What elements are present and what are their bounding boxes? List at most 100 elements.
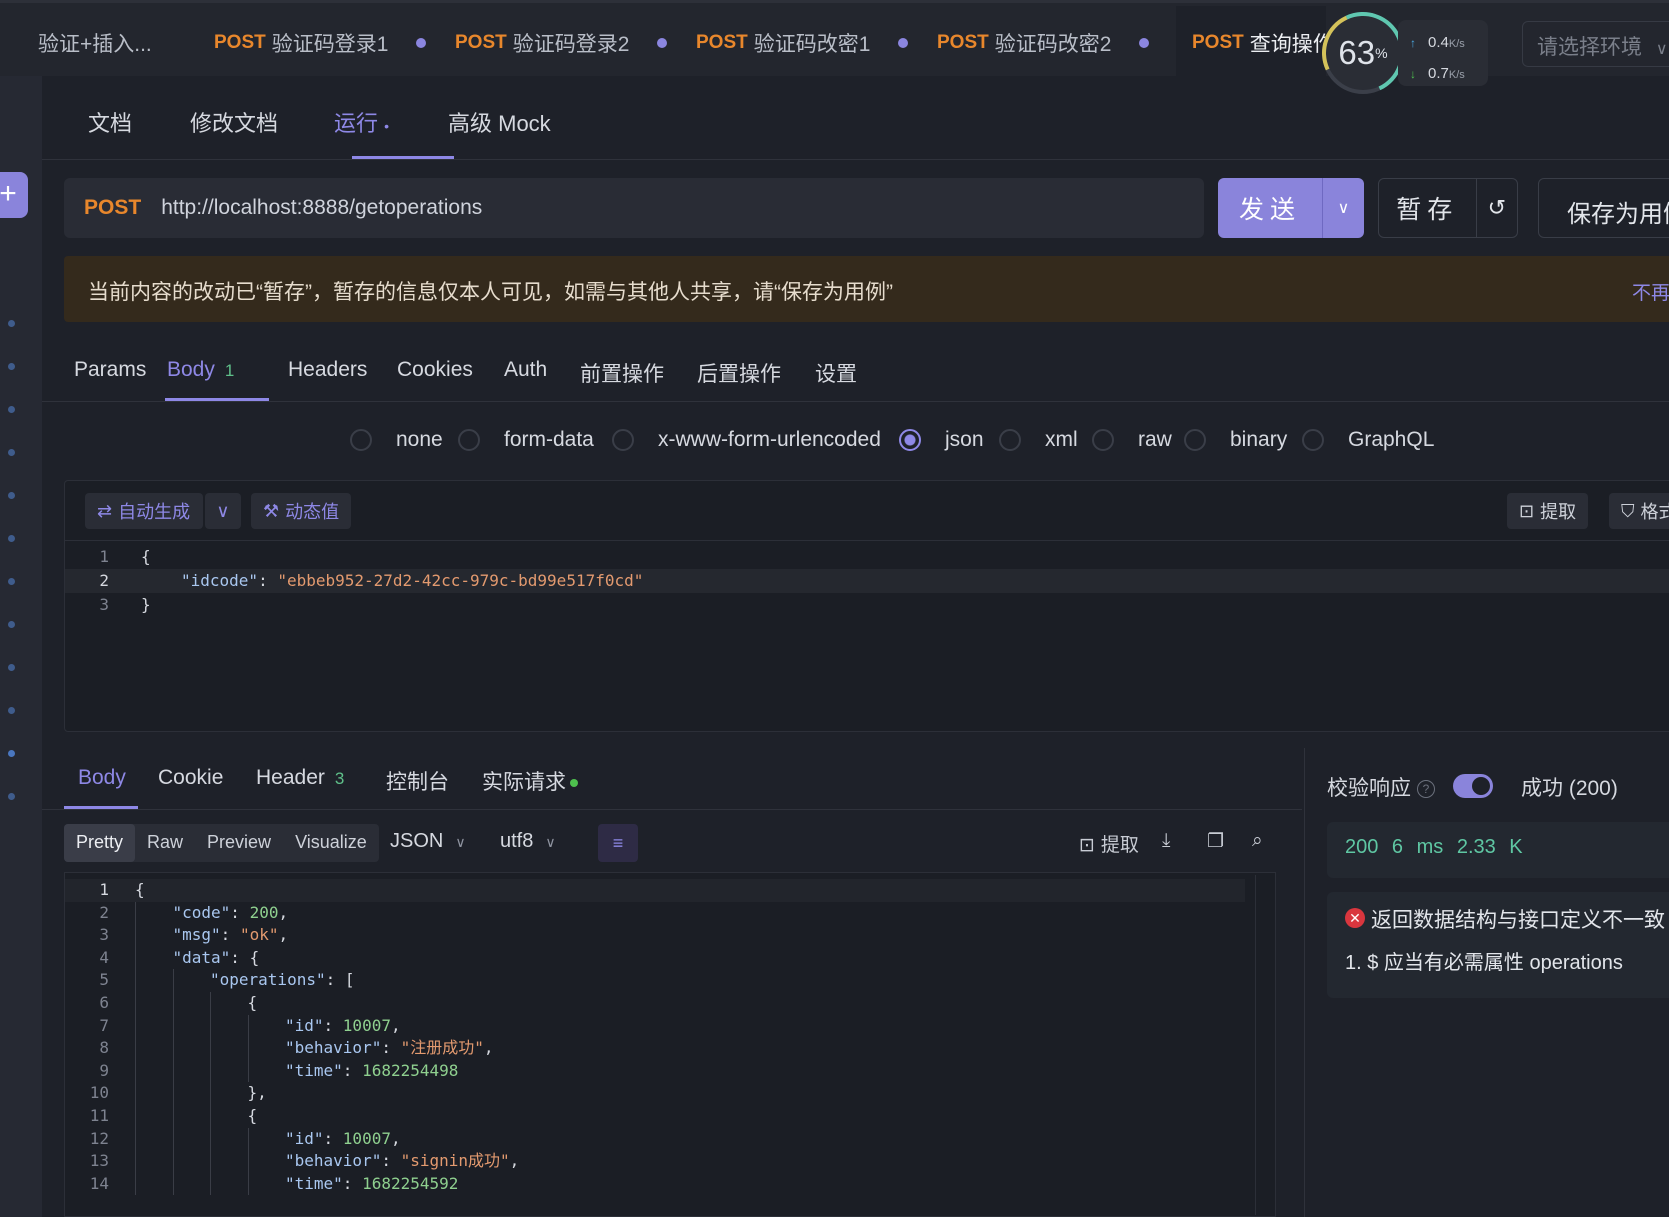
view-visualize[interactable]: Visualize	[283, 824, 379, 862]
tab-body[interactable]: Body 1	[167, 358, 234, 382]
radio-label: x-www-form-urlencoded	[658, 428, 881, 451]
json-token: ,	[483, 1038, 494, 1058]
add-icon[interactable]: +	[0, 172, 28, 218]
unsaved-dot-icon	[898, 37, 909, 48]
radio-circle	[350, 429, 372, 451]
environment-select[interactable]: 请选择环境 ∨	[1522, 21, 1669, 67]
word-wrap-icon[interactable]: ≡	[598, 824, 638, 862]
tab-reset-1[interactable]: POST 验证码改密1	[696, 6, 909, 79]
revert-icon[interactable]: ↺	[1475, 179, 1517, 237]
download-icon[interactable]: ⤓	[1162, 830, 1170, 852]
resp-tab-body[interactable]: Body	[78, 766, 126, 790]
tab-auth[interactable]: Auth	[504, 358, 547, 382]
json-token: "id"	[285, 1015, 324, 1035]
stash-label: 暂存	[1396, 196, 1459, 224]
indent-guide	[210, 1082, 211, 1105]
line-number: 7	[99, 1015, 109, 1035]
chevron-down-icon[interactable]: ∨	[1322, 178, 1364, 238]
rail-dot	[8, 707, 15, 714]
resp-tab-actual-request[interactable]: 实际请求	[482, 766, 578, 796]
request-code[interactable]: 1 { 2 "idcode": "ebbeb952-27d2-42cc-979c…	[65, 545, 1669, 761]
tab-params[interactable]: Params	[74, 358, 146, 382]
tab-reset-2[interactable]: POST 验证码改密2	[937, 6, 1150, 79]
encoding-select[interactable]: utf8 ∨	[500, 830, 556, 853]
line-number: 12	[89, 1128, 109, 1148]
tab-pre-ops[interactable]: 前置操作	[580, 358, 664, 388]
tab-settings[interactable]: 设置	[815, 358, 857, 388]
indent-guide	[172, 1082, 174, 1105]
indent-guide	[135, 1059, 136, 1083]
radio-form-data[interactable]: form-data	[458, 428, 594, 452]
code-line: "idcode": "ebbeb952-27d2-42cc-979c-bd99e…	[181, 569, 643, 593]
resp-tab-header-label: Header	[256, 766, 325, 789]
line-number: 6	[99, 993, 109, 1012]
auto-generate-button[interactable]: ⇄ 自动生成	[85, 493, 203, 529]
extract-button[interactable]: ⊡ 提取	[1079, 830, 1139, 857]
indent-guide	[135, 1150, 136, 1173]
url-bar[interactable]: POST http://localhost:8888/getoperations	[64, 178, 1204, 238]
view-pretty[interactable]: Pretty	[64, 824, 136, 862]
subtab-docs[interactable]: 文档	[88, 106, 132, 138]
tab-label: 验证码改密2	[994, 32, 1112, 56]
tab-login-1[interactable]: POST 验证码登录1	[214, 6, 427, 79]
view-raw[interactable]: Raw	[135, 824, 195, 862]
subtab-mock[interactable]: 高级 Mock	[448, 106, 551, 138]
format-button[interactable]: ⛉格式化	[1609, 493, 1669, 529]
tab-label: 验证码改密1	[753, 32, 871, 56]
json-token: "signin成功"	[400, 1151, 510, 1171]
view-preview[interactable]: Preview	[195, 824, 283, 862]
subtab-edit-docs[interactable]: 修改文档	[190, 106, 278, 138]
extract-button[interactable]: ⊡ 提取	[1507, 493, 1589, 529]
line-number: 14	[89, 1173, 109, 1193]
response-code[interactable]: 1{2 "code": 200, 3 "msg": "ok", 4 "data": {5 "…	[64, 872, 1276, 1217]
format-label: 格式化	[1640, 502, 1669, 522]
search-icon[interactable]: ⌕	[1252, 830, 1263, 852]
radio-none[interactable]: none	[350, 428, 443, 452]
request-body-editor[interactable]: ⇄自动生成 ∨ ⚒动态值 ⊡提取 ⛉格式化 1 { 2 "idcode": "e…	[64, 480, 1669, 732]
code-text: {	[135, 879, 145, 902]
resp-tab-console[interactable]: 控制台	[386, 766, 449, 796]
vertical-scrollbar[interactable]	[1255, 875, 1273, 1215]
json-token: "ok"	[239, 925, 279, 945]
tab-post-ops[interactable]: 后置操作	[697, 358, 781, 388]
radio-graphql[interactable]: GraphQL	[1302, 428, 1434, 452]
chevron-down-icon[interactable]: ∨	[205, 493, 241, 529]
radio-xml[interactable]: xml	[999, 428, 1078, 452]
tab-first[interactable]: 验证+插入...	[38, 6, 152, 79]
method-label[interactable]: POST	[84, 196, 141, 220]
auto-generate-label: 自动生成	[118, 502, 191, 522]
dismiss-link[interactable]: 不再提示	[1632, 278, 1669, 305]
tab-headers[interactable]: Headers	[288, 358, 367, 382]
radio-circle	[1092, 429, 1114, 451]
validation-error-box: ✕ 返回数据结构与接口定义不一致 1. $ 应当有必需属性 operations	[1327, 892, 1669, 998]
code-line: {	[141, 547, 151, 566]
radio-urlencoded[interactable]: x-www-form-urlencoded	[612, 428, 881, 452]
code-line: 7 "id": 10007,	[65, 1014, 1245, 1038]
resp-tab-cookie[interactable]: Cookie	[158, 766, 223, 790]
code-text: },	[248, 1082, 267, 1105]
url-input[interactable]: http://localhost:8888/getoperations	[161, 196, 482, 220]
rail-dot	[8, 449, 15, 456]
resp-tab-header[interactable]: Header 3	[256, 766, 344, 790]
json-token: : [	[325, 970, 355, 990]
radio-raw[interactable]: raw	[1092, 428, 1172, 452]
save-as-case-button[interactable]: 保存为用例	[1538, 178, 1669, 238]
tab-login-2[interactable]: POST 验证码登录2	[455, 6, 668, 79]
help-icon[interactable]: ?	[1417, 780, 1435, 799]
dynamic-value-button[interactable]: ⚒ 动态值	[251, 493, 352, 529]
line-number: 4	[99, 947, 109, 967]
code-text: "id": 10007,	[285, 1015, 401, 1038]
tab-cookies[interactable]: Cookies	[397, 358, 473, 382]
copy-icon[interactable]: ❐	[1207, 830, 1224, 853]
validation-toggle[interactable]	[1453, 774, 1493, 798]
radio-label: none	[396, 428, 443, 451]
radio-json[interactable]: json	[899, 428, 984, 452]
extract-icon: ⊡	[1079, 835, 1095, 856]
tab-query-operations[interactable]: POST查询操作信息	[1176, 6, 1326, 79]
stash-button[interactable]: 暂存 ↺	[1378, 178, 1518, 238]
send-button[interactable]: 发送 ∨	[1218, 178, 1364, 238]
subtab-run[interactable]: 运行 •	[334, 106, 389, 138]
format-select[interactable]: JSON ∨	[390, 830, 466, 853]
radio-binary[interactable]: binary	[1184, 428, 1287, 452]
tab-method: POST	[696, 31, 748, 53]
